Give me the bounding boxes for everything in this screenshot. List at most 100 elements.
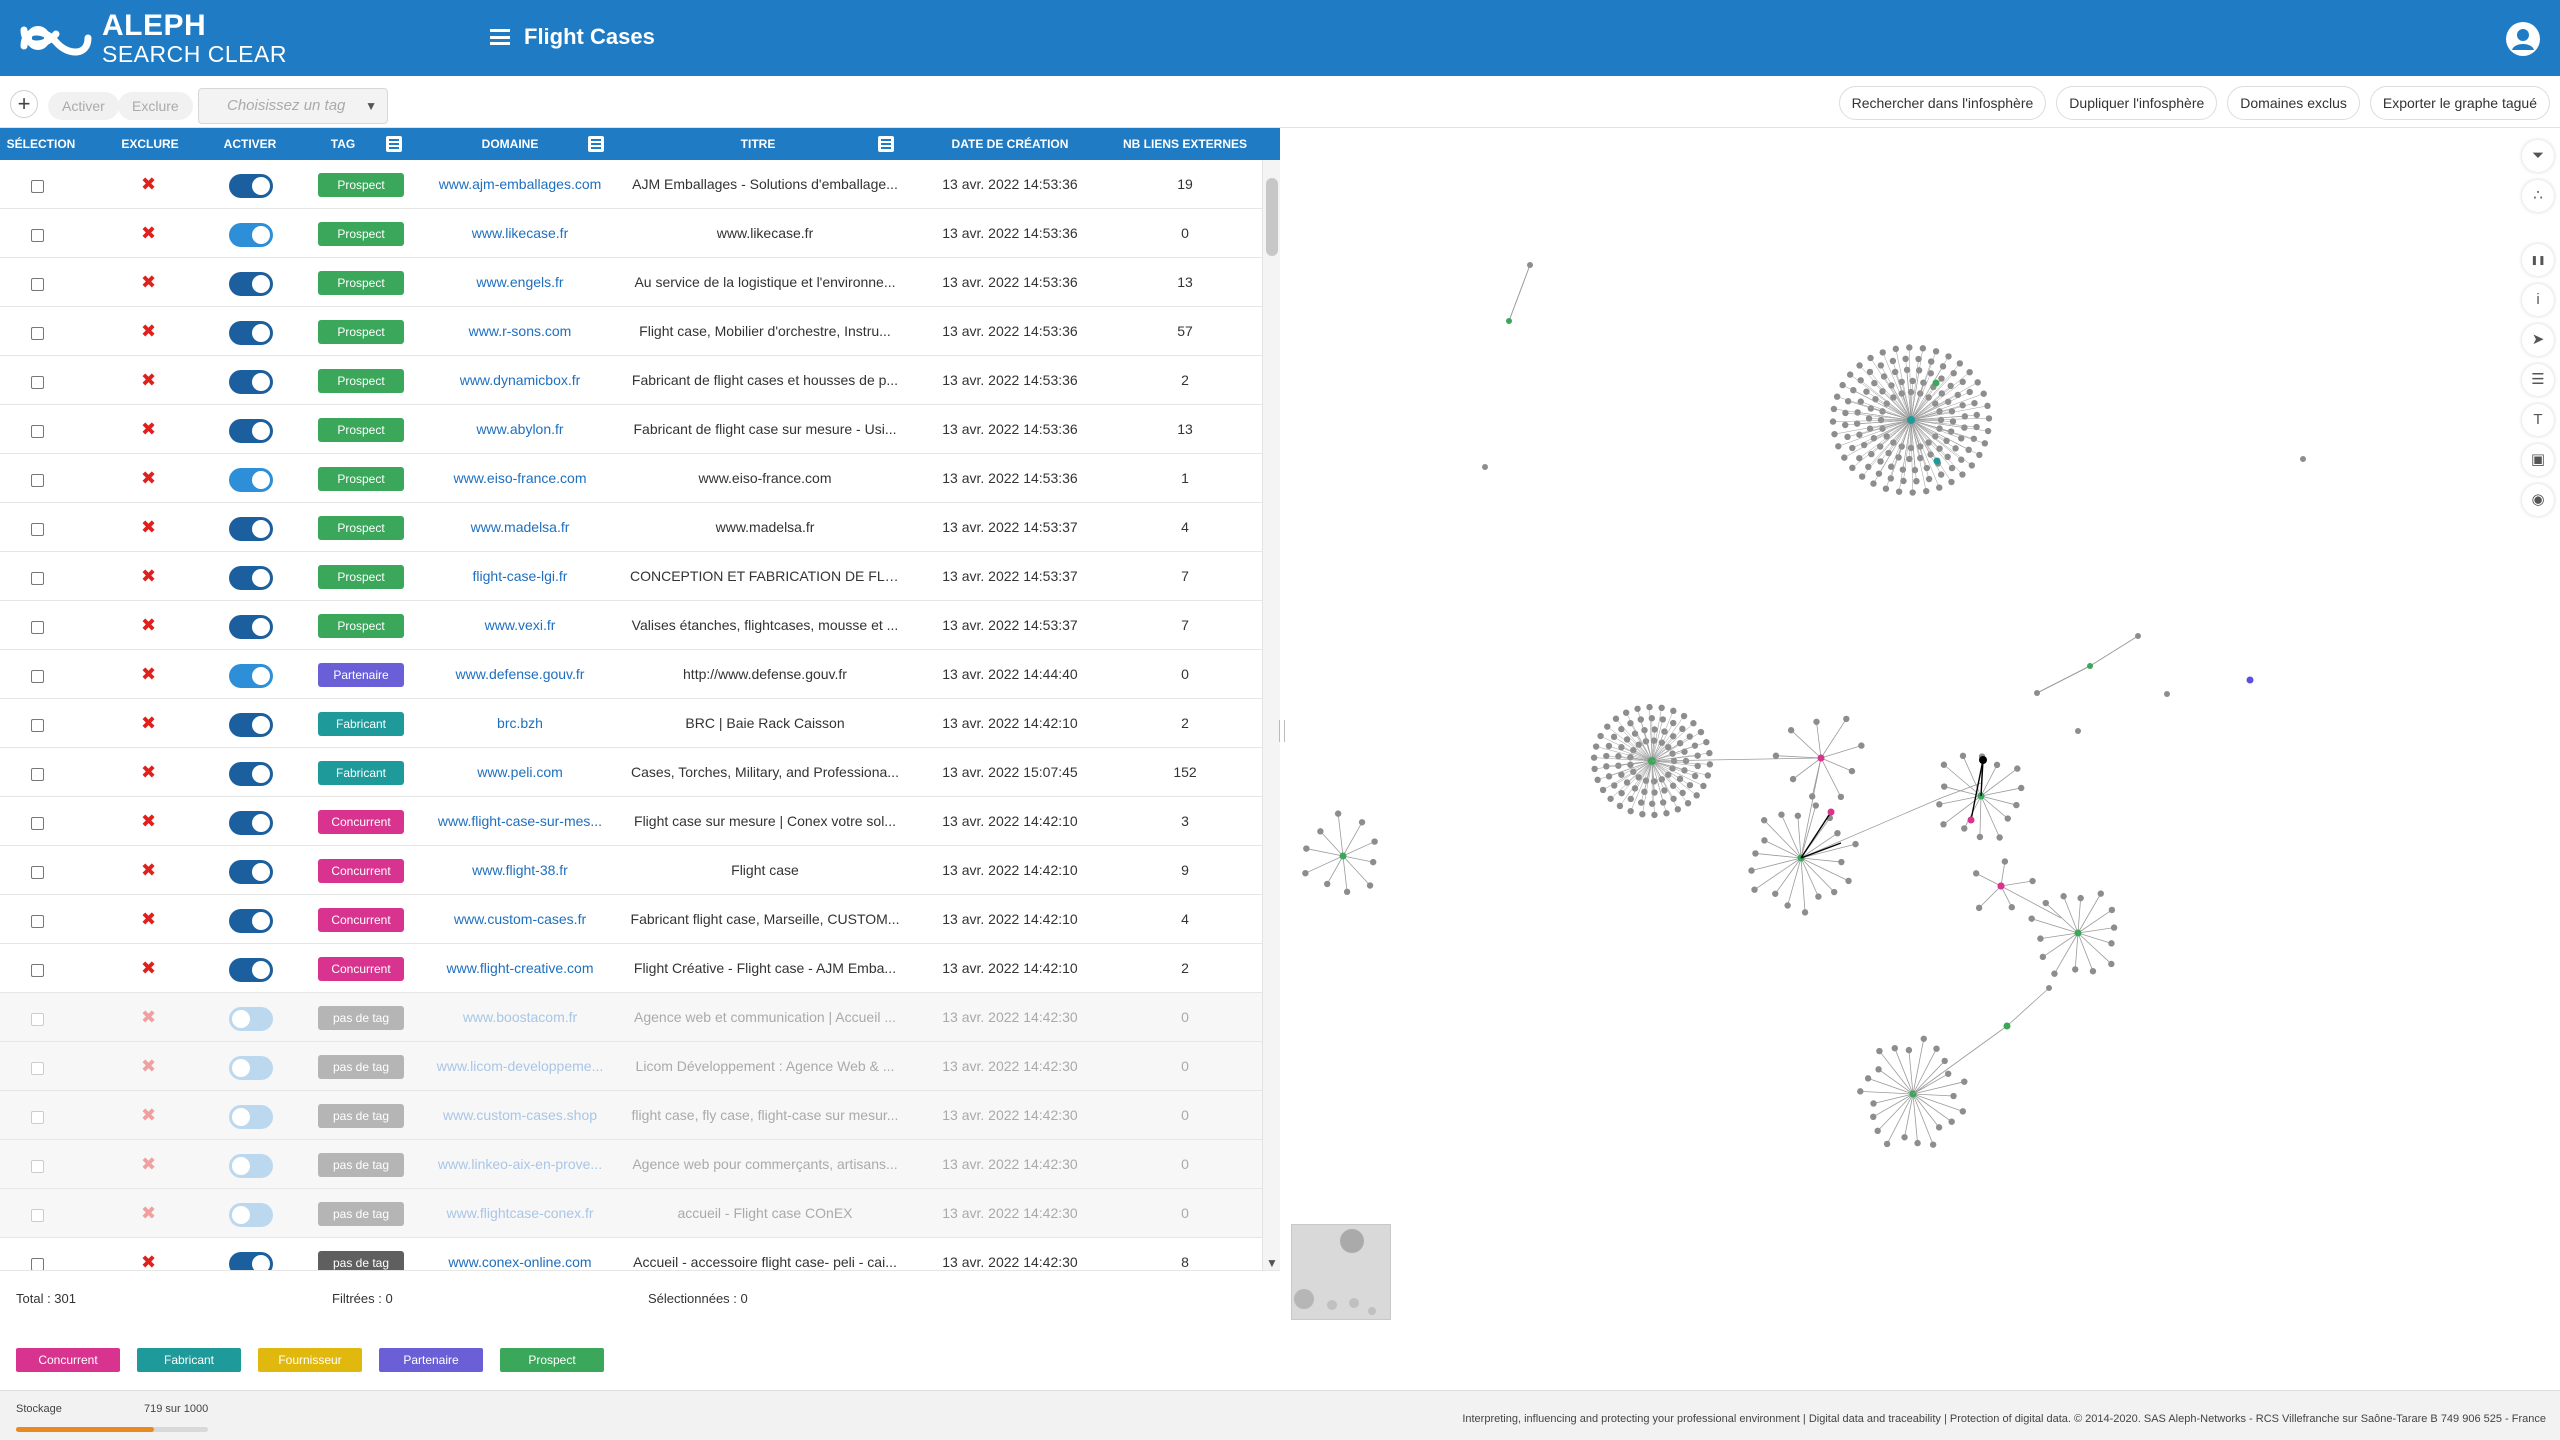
graph-node[interactable] xyxy=(1849,444,1856,452)
graph-node[interactable] xyxy=(1680,712,1688,720)
user-avatar[interactable] xyxy=(2506,22,2540,56)
row-select-checkbox[interactable] xyxy=(31,1209,44,1222)
graph-node[interactable] xyxy=(1948,478,1955,486)
graph-node[interactable] xyxy=(1936,801,1943,808)
header-activate[interactable]: Activer xyxy=(210,128,290,160)
tag-badge[interactable]: Fabricant xyxy=(318,712,404,736)
table-row[interactable]: ✖ Prospect www.engels.fr Au service de la l… xyxy=(0,258,1262,307)
graph-node[interactable] xyxy=(1371,838,1378,845)
exclude-button[interactable]: Exclure xyxy=(118,92,193,120)
graph-node[interactable] xyxy=(1761,837,1768,844)
graph-node[interactable] xyxy=(1968,462,1976,469)
graph-node[interactable] xyxy=(1875,1066,1882,1073)
pause-icon[interactable]: ❚❚ xyxy=(2522,244,2554,276)
row-select-checkbox[interactable] xyxy=(31,1111,44,1124)
activate-toggle[interactable] xyxy=(229,1056,273,1080)
graph-node[interactable] xyxy=(1658,704,1665,712)
graph-node[interactable] xyxy=(1691,742,1699,749)
graph-node[interactable] xyxy=(1933,457,1941,465)
graph-node[interactable] xyxy=(1634,705,1641,712)
panel-splitter[interactable] xyxy=(1279,720,1285,742)
graph-node[interactable] xyxy=(1870,1100,1877,1107)
graph-node[interactable] xyxy=(1858,473,1866,480)
activate-toggle[interactable] xyxy=(229,272,273,296)
domain-link[interactable]: www.boostacom.fr xyxy=(430,993,610,1042)
graph-node[interactable] xyxy=(1932,348,1940,355)
graph-node[interactable] xyxy=(1857,1088,1864,1095)
graph-node[interactable] xyxy=(1358,819,1366,826)
graph-node[interactable] xyxy=(2097,890,2104,897)
graph-node[interactable] xyxy=(1801,909,1809,916)
domain-link[interactable]: www.custom-cases.shop xyxy=(430,1091,610,1140)
graph-node[interactable] xyxy=(1882,485,1890,492)
graph-node[interactable] xyxy=(1984,427,1992,435)
table-row[interactable]: ✖ pas de tag www.flightcase-conex.fr accuei… xyxy=(0,1189,1262,1238)
domain-link[interactable]: brc.bzh xyxy=(430,699,610,748)
graph-node[interactable] xyxy=(2110,924,2118,931)
row-select-checkbox[interactable] xyxy=(31,719,44,732)
graph-node[interactable] xyxy=(1317,828,1324,835)
graph-node[interactable] xyxy=(1482,464,1488,470)
activate-toggle[interactable] xyxy=(229,860,273,884)
domain-link[interactable]: www.peli.com xyxy=(430,748,610,797)
graph-node[interactable] xyxy=(2039,953,2047,961)
graph-node[interactable] xyxy=(1815,893,1822,900)
row-select-checkbox[interactable] xyxy=(31,523,44,536)
graph-node[interactable] xyxy=(1919,345,1927,352)
graph-node[interactable] xyxy=(1627,807,1634,815)
graph-node[interactable] xyxy=(1704,772,1712,779)
exclude-x-icon[interactable]: ✖ xyxy=(141,958,156,978)
graph-node[interactable] xyxy=(2164,691,2170,697)
tag-badge[interactable]: Concurrent xyxy=(318,859,404,883)
domain-link[interactable]: www.linkeo-aix-en-prove... xyxy=(430,1140,610,1189)
graph-node[interactable] xyxy=(1870,435,1878,442)
row-select-checkbox[interactable] xyxy=(31,278,44,291)
graph-node[interactable] xyxy=(1940,783,1948,790)
graph-node[interactable] xyxy=(1670,707,1677,715)
tag-badge[interactable]: Prospect xyxy=(318,516,404,540)
graph-node[interactable] xyxy=(1303,845,1310,852)
graph-node[interactable] xyxy=(1752,850,1759,857)
legend-item-partenaire[interactable]: Partenaire xyxy=(379,1348,483,1372)
header-domain[interactable]: Domaine xyxy=(440,128,580,160)
graph-node[interactable] xyxy=(1852,840,1859,848)
domain-link[interactable]: www.madelsa.fr xyxy=(430,503,610,552)
row-select-checkbox[interactable] xyxy=(31,1062,44,1075)
header-selection[interactable]: Sélection xyxy=(4,128,78,183)
graph-node[interactable] xyxy=(1618,725,1625,733)
graph-node[interactable] xyxy=(1703,738,1710,746)
network-graph[interactable] xyxy=(1281,128,2560,1390)
graph-node[interactable] xyxy=(1936,484,1943,491)
graph-node[interactable] xyxy=(1831,430,1838,438)
activate-toggle[interactable] xyxy=(229,468,273,492)
graph-node[interactable] xyxy=(1838,858,1845,866)
graph-node[interactable] xyxy=(1694,752,1701,759)
graph-node[interactable] xyxy=(2051,970,2058,977)
graph-node[interactable] xyxy=(1965,446,1972,454)
graph-node[interactable] xyxy=(1830,888,1838,896)
graph-node[interactable] xyxy=(2060,893,2067,900)
graph-node[interactable] xyxy=(1887,463,1895,470)
activate-button[interactable]: Activer xyxy=(48,92,119,120)
graph-node[interactable] xyxy=(1891,368,1899,376)
graph-node[interactable] xyxy=(1784,902,1791,909)
graph-node[interactable] xyxy=(1690,720,1697,727)
graph-node[interactable] xyxy=(1972,870,1980,877)
graph-node[interactable] xyxy=(1970,435,1978,442)
graph-node[interactable] xyxy=(1663,810,1670,817)
graph-node[interactable] xyxy=(1975,904,1983,912)
row-select-checkbox[interactable] xyxy=(31,964,44,977)
table-row[interactable]: ✖ Prospect www.eiso-france.com www.eiso-fra… xyxy=(0,454,1262,503)
graph-node[interactable] xyxy=(1923,487,1930,495)
graph-node[interactable] xyxy=(1748,867,1755,874)
graph-node[interactable] xyxy=(1812,802,1819,809)
activate-toggle[interactable] xyxy=(229,811,273,835)
graph-node[interactable] xyxy=(1842,421,1849,429)
domain-link[interactable]: www.licom-developpeme... xyxy=(430,1042,610,1091)
graph-node[interactable] xyxy=(1813,718,1820,725)
row-select-checkbox[interactable] xyxy=(31,180,44,193)
graph-node[interactable] xyxy=(1913,477,1920,485)
graph-node[interactable] xyxy=(1760,817,1768,824)
graph-node[interactable] xyxy=(1906,344,1913,351)
export-tagged-graph-button[interactable]: Exporter le graphe tagué xyxy=(2369,86,2550,120)
